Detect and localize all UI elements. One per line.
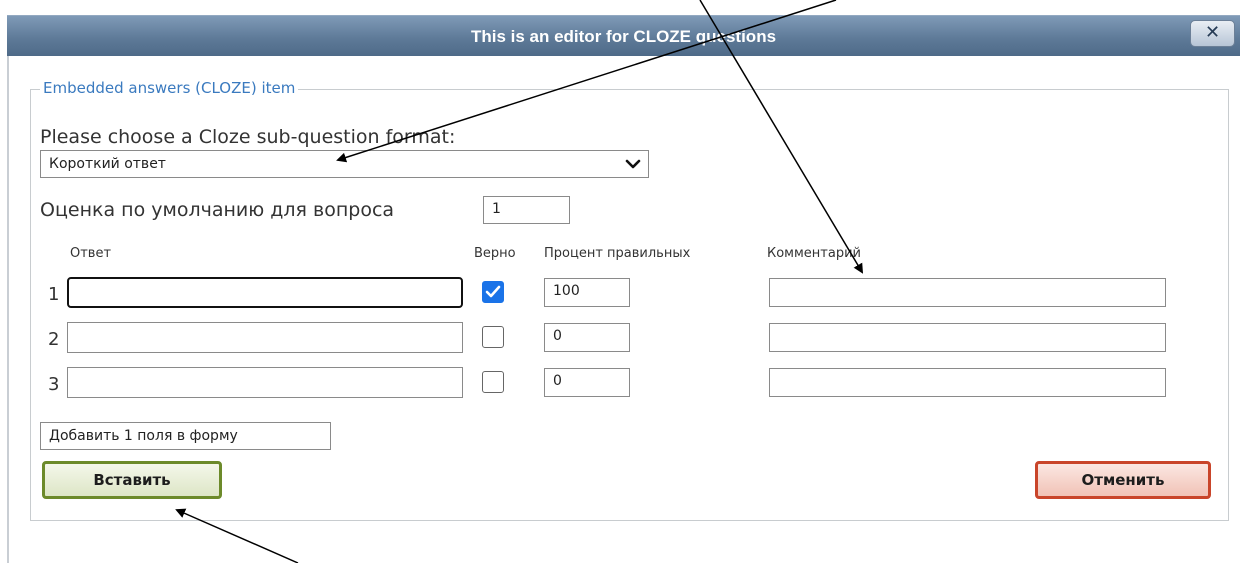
arrow-to-comment-field — [699, 0, 864, 274]
annotation-arrows — [175, 0, 864, 563]
arrow-to-format-select — [336, 0, 837, 163]
arrow-to-insert-button — [175, 508, 299, 563]
